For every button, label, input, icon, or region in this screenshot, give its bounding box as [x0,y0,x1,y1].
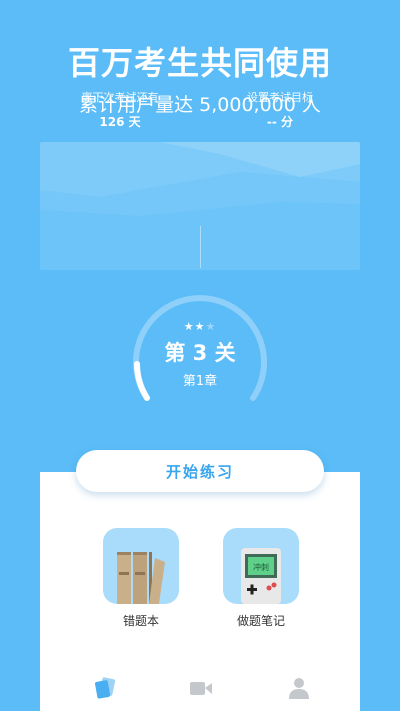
start-practice-button[interactable]: 开始练习 [76,450,324,492]
books-icon [117,552,165,604]
notes-button[interactable]: 冲刺 [223,528,299,604]
countdown-label: 离下次考试还有 [81,91,159,104]
mistakes-book-label: 错题本 [122,614,159,628]
countdown-value: 126 天 [99,115,141,129]
chapter-label: 第1章 [182,374,218,389]
mistakes-book-button[interactable] [103,528,179,604]
target-label: 设置考试目标 [247,91,313,104]
stats-divider [200,226,201,268]
star-rating: ★★★ [128,320,272,333]
video-icon[interactable] [188,676,214,700]
target-value: -- 分 [266,115,294,129]
exam-countdown: 离下次考试还有 126 天 [40,89,200,130]
exam-target[interactable]: 设置考试目标 -- 分 [200,89,360,130]
star-icon: ★ [183,320,195,333]
notes-label: 做题笔记 [236,614,285,628]
level-progress-gauge[interactable]: ★★★ 第 3 关 第1章 [128,290,272,420]
user-icon[interactable] [286,676,312,700]
star-icon: ★ [194,320,206,333]
notes-screen-text: 冲刺 [253,562,269,572]
headline: 百万考生共同使用 [67,44,332,82]
star-icon: ★ [205,320,217,333]
cards-icon[interactable] [92,676,118,700]
level-title: 第 3 关 [164,341,236,365]
gameboy-icon: 冲刺 [241,548,281,604]
